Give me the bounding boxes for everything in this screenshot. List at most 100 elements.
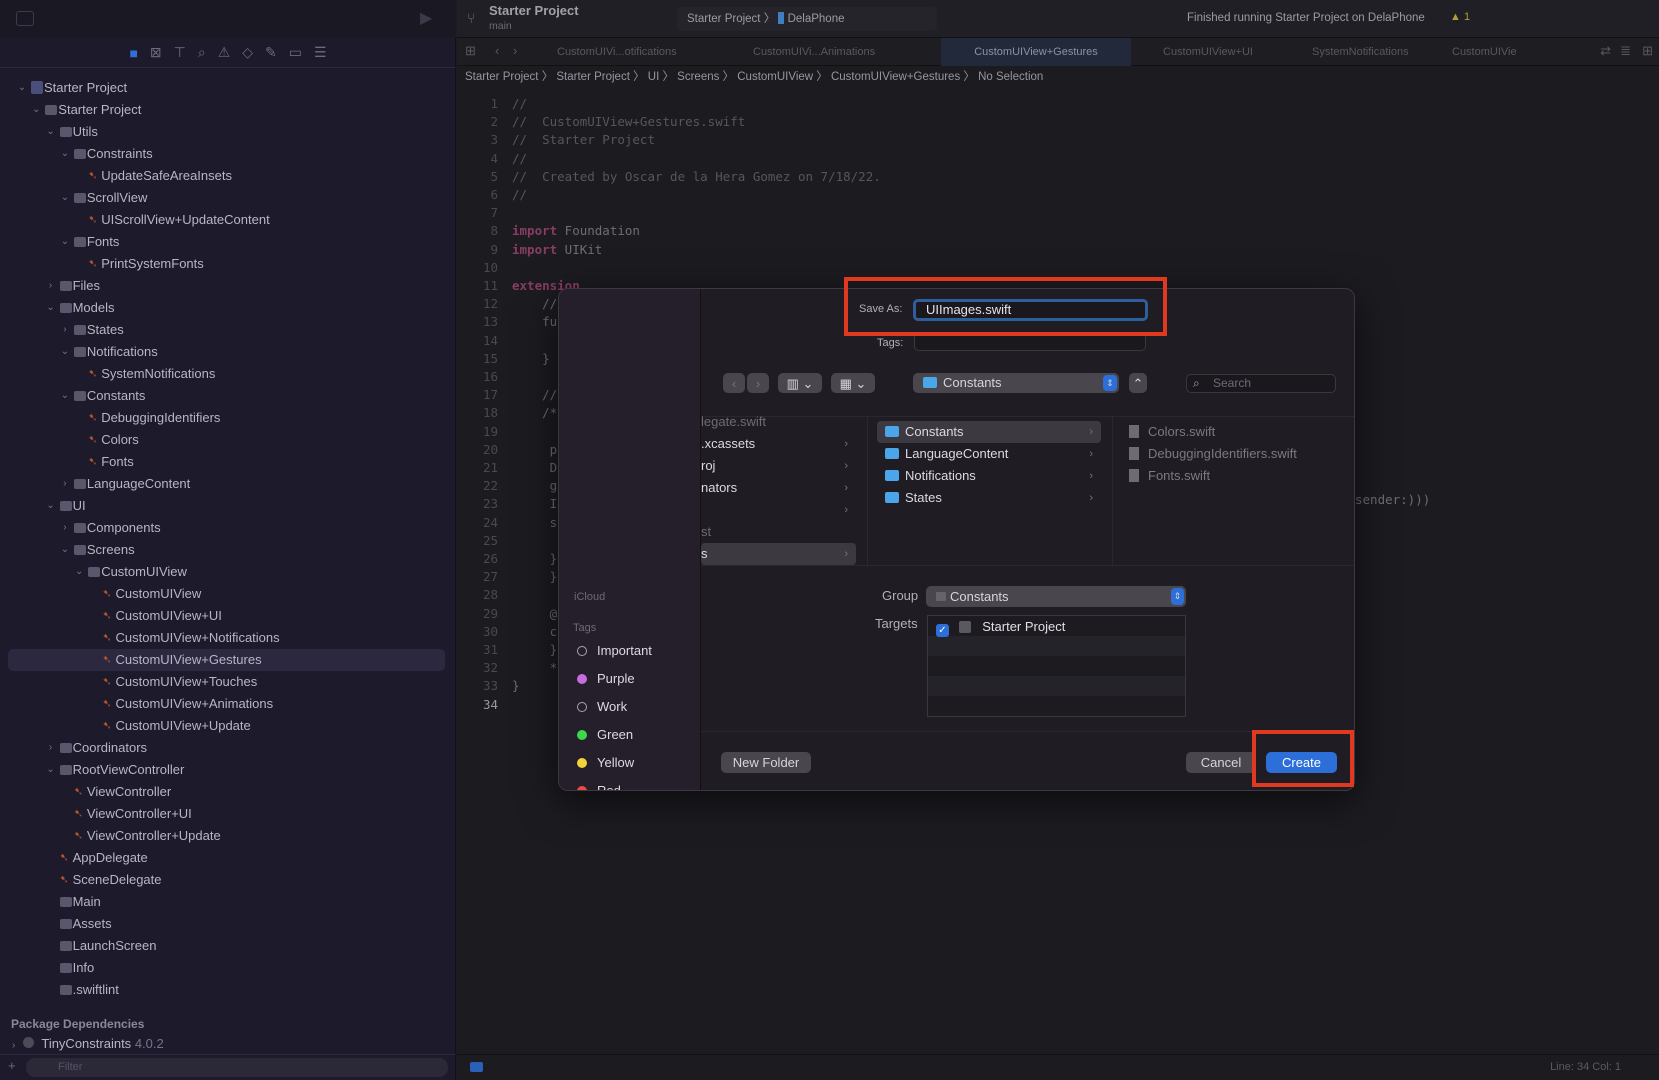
tree-item[interactable]: ➷ CustomUIView+Touches [8, 671, 445, 693]
tab[interactable]: SystemNotifications [1312, 38, 1442, 66]
chevron-down-icon[interactable]: ⌄ [59, 385, 71, 407]
new-folder-button[interactable]: New Folder [721, 752, 811, 773]
add-editor-icon[interactable]: ⊞ [1642, 43, 1653, 59]
tree-item[interactable]: ⌄ Fonts [8, 231, 445, 253]
tree-item[interactable]: › States [8, 319, 445, 341]
browser-item[interactable]: roj › [701, 455, 856, 477]
chevron-down-icon[interactable]: ⌄ [45, 759, 57, 781]
chevron-down-icon[interactable]: ⌄ [30, 99, 42, 121]
browser-folder-item[interactable]: Notifications › [877, 465, 1101, 487]
tab[interactable]: CustomUIVie [1452, 38, 1537, 66]
chevron-right-icon[interactable]: › [59, 517, 71, 539]
chevron-down-icon[interactable]: ⌄ [59, 143, 71, 165]
chevron-down-icon[interactable]: ⌄ [45, 495, 57, 517]
browser-folder-item[interactable]: States › [877, 487, 1101, 509]
tree-item[interactable]: › LanguageContent [8, 473, 445, 495]
breadcrumb-item[interactable]: No Selection [978, 71, 1043, 83]
chevron-right-icon[interactable]: › [59, 319, 71, 341]
back-icon[interactable]: ‹ [495, 43, 499, 58]
chevron-down-icon[interactable]: ⌄ [59, 187, 71, 209]
forward-icon[interactable]: › [513, 43, 517, 58]
warning-badge[interactable]: ▲ 1 [1450, 11, 1470, 23]
breadcrumb-item[interactable]: Starter Project [556, 71, 630, 83]
column-view-button[interactable]: ▥ ⌄ [778, 373, 822, 393]
chevron-right-icon[interactable]: › [45, 275, 57, 297]
tree-item[interactable]: ➷ CustomUIView [8, 583, 445, 605]
browser-file-item[interactable]: DebuggingIdentifiers.swift [1129, 443, 1297, 465]
source-control-icon[interactable]: ⊠ [150, 44, 162, 61]
chevron-right-icon[interactable]: › [59, 473, 71, 495]
breakpoint-icon[interactable]: ▭ [289, 44, 302, 61]
search-icon[interactable]: ⌕ [198, 44, 206, 61]
tree-item[interactable]: ➷ ViewController+UI [8, 803, 445, 825]
tree-item[interactable]: ➷ CustomUIView+Update [8, 715, 445, 737]
browser-item[interactable]: st [701, 521, 856, 543]
target-row[interactable]: ✓ Starter Project [936, 619, 1065, 637]
location-popup[interactable]: Constants ⇕ [913, 373, 1119, 393]
tree-item[interactable]: ➷ CustomUIView+UI [8, 605, 445, 627]
grid-icon[interactable]: ⊞ [465, 43, 476, 59]
filter-input[interactable]: Filter [26, 1058, 448, 1077]
tree-item[interactable]: ➷ ViewController [8, 781, 445, 803]
tag-item[interactable]: Red [577, 781, 621, 790]
tree-item[interactable]: › Components [8, 517, 445, 539]
cancel-button[interactable]: Cancel [1186, 752, 1256, 773]
browser-file-item[interactable]: Fonts.swift [1129, 465, 1210, 487]
breadcrumb-item[interactable]: CustomUIView [737, 71, 813, 83]
chevron-down-icon[interactable]: ⌄ [45, 297, 57, 319]
browser-file-item[interactable]: Colors.swift [1129, 421, 1215, 443]
tree-item[interactable]: ⌄ Utils [8, 121, 445, 143]
tree-item[interactable]: ➷ CustomUIView+Gestures [8, 649, 445, 671]
scheme-selector[interactable]: Starter Project 〉 DelaPhone [677, 7, 937, 31]
group-popup[interactable]: Constants ⇕ [926, 586, 1186, 607]
tree-item[interactable]: ⌄ Constants [8, 385, 445, 407]
sidebar-toggle-icon[interactable] [16, 11, 34, 26]
hierarchy-icon[interactable]: ⊤ [174, 44, 186, 61]
tag-item[interactable]: Work [577, 697, 627, 717]
tag-item[interactable]: Important [577, 641, 652, 661]
breadcrumb-item[interactable]: Screens [677, 71, 719, 83]
browser-folder-item[interactable]: Constants › [877, 421, 1101, 443]
warning-icon[interactable]: ⚠ [218, 44, 231, 61]
debug-area-icon[interactable] [470, 1062, 483, 1072]
search-input[interactable]: ⌕ Search [1186, 374, 1336, 393]
breadcrumb-item[interactable]: CustomUIView+Gestures [831, 71, 960, 83]
tree-item[interactable]: ➷ SystemNotifications [8, 363, 445, 385]
tree-item[interactable]: ⌄ UI [8, 495, 445, 517]
tree-item[interactable]: ➷ UIScrollView+UpdateContent [8, 209, 445, 231]
tree-item[interactable]: ➷ CustomUIView+Notifications [8, 627, 445, 649]
chevron-down-icon[interactable]: ⌄ [59, 231, 71, 253]
back-button[interactable]: ‹ [723, 373, 745, 393]
breadcrumb-item[interactable]: UI [648, 71, 660, 83]
chevron-down-icon[interactable]: ⌄ [59, 341, 71, 363]
browser-item[interactable]: › [701, 499, 856, 521]
browser-item[interactable]: legate.swift [701, 411, 856, 433]
tab[interactable]: CustomUIVi...Animations [753, 38, 898, 66]
tree-item[interactable]: ➷ DebuggingIdentifiers [8, 407, 445, 429]
swap-icon[interactable]: ⇄ [1600, 43, 1611, 59]
test-icon[interactable]: ◇ [242, 44, 253, 61]
add-icon[interactable]: + [8, 1058, 16, 1073]
tag-item[interactable]: Green [577, 725, 633, 745]
chevron-right-icon[interactable]: › [45, 737, 57, 759]
expand-collapse-button[interactable]: ⌃ [1129, 373, 1147, 393]
run-icon[interactable]: ▶ [420, 8, 432, 28]
chevron-down-icon[interactable]: ⌄ [59, 539, 71, 561]
tree-item[interactable]: › Files [8, 275, 445, 297]
tree-item[interactable]: ⌄ CustomUIView [8, 561, 445, 583]
tree-item[interactable]: ➷ Fonts [8, 451, 445, 473]
browser-item[interactable]: nators › [701, 477, 856, 499]
tree-item[interactable]: ➷ SceneDelegate [8, 869, 445, 891]
folder-icon[interactable]: ■ [129, 45, 137, 61]
report-icon[interactable]: ☰ [314, 44, 327, 61]
tree-item[interactable]: ⌄ Constraints [8, 143, 445, 165]
tree-item[interactable]: ⌄ Starter Project [8, 99, 445, 121]
tree-item[interactable]: › Coordinators [8, 737, 445, 759]
tab[interactable]: CustomUIVi...otifications [557, 38, 707, 66]
browser-folder-item[interactable]: LanguageContent › [877, 443, 1101, 465]
tree-item[interactable]: ⌄ Notifications [8, 341, 445, 363]
tree-item[interactable]: .swiftlint [8, 979, 445, 1001]
chevron-down-icon[interactable]: ⌄ [45, 121, 57, 143]
tree-item[interactable]: LaunchScreen [8, 935, 445, 957]
tree-item[interactable]: ⌄ RootViewController [8, 759, 445, 781]
